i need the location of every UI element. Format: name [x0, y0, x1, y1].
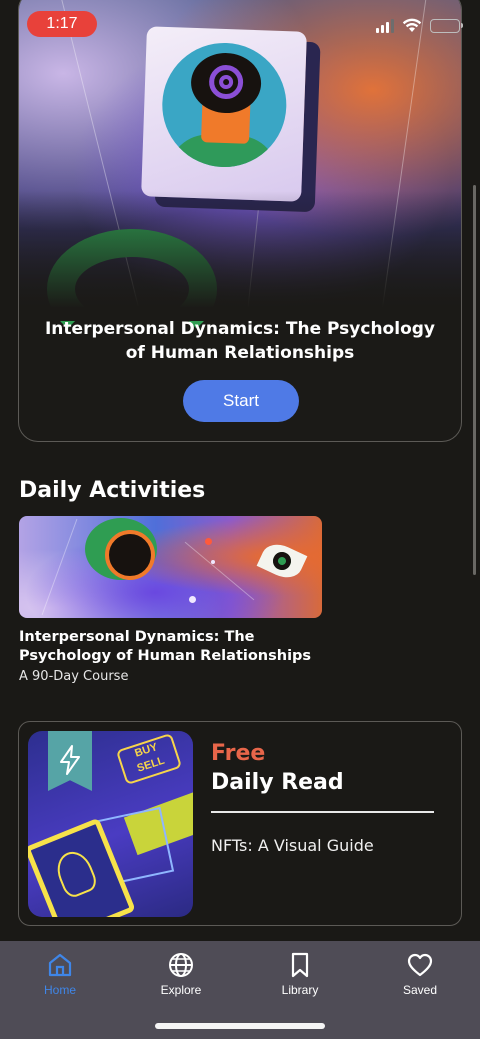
signal-icon: [376, 18, 394, 33]
status-time: 1:17: [27, 11, 97, 37]
featured-course-card[interactable]: Interpersonal Dynamics: The Psychology o…: [18, 0, 462, 442]
nav-saved[interactable]: Saved: [375, 951, 465, 1001]
portrait-illustration: [141, 26, 307, 202]
lightning-icon: [60, 745, 80, 775]
nav-saved-label: Saved: [402, 983, 438, 997]
start-button[interactable]: Start: [183, 380, 299, 422]
activity-title[interactable]: Interpersonal Dynamics: The Psychology o…: [19, 628, 339, 666]
nav-library-label: Library: [281, 983, 319, 997]
activity-subtitle: A 90-Day Course: [19, 669, 129, 684]
globe-icon: [169, 953, 193, 977]
nav-library[interactable]: Library: [255, 951, 345, 1001]
home-indicator[interactable]: [155, 1023, 325, 1029]
daily-read-thumbnail: BUY SELL: [28, 731, 193, 917]
heart-icon: [407, 953, 433, 977]
buy-sell-sign: BUY SELL: [115, 732, 183, 786]
daily-read-title: Daily Read: [211, 770, 344, 795]
home-icon: [48, 953, 72, 977]
nav-explore[interactable]: Explore: [136, 951, 226, 1001]
app-screen: 1:17 Interpersonal Dynamics: The Psychol…: [0, 0, 480, 1039]
daily-read-article[interactable]: NFTs: A Visual Guide: [211, 836, 374, 855]
featured-course-title: Interpersonal Dynamics: The Psychology o…: [44, 319, 435, 363]
nav-home-label: Home: [43, 983, 76, 997]
eye-illustration: [256, 538, 308, 584]
bookmark-icon: [291, 952, 309, 978]
divider: [211, 811, 434, 813]
free-badge: Free: [211, 741, 266, 766]
wifi-icon: [402, 18, 422, 32]
featured-artwork: [19, 0, 461, 349]
scroll-indicator[interactable]: [473, 185, 476, 575]
activity-thumbnail[interactable]: [19, 516, 322, 618]
status-icons: [376, 18, 463, 33]
status-time-label: 1:17: [46, 15, 78, 32]
battery-icon: [430, 18, 463, 33]
nav-explore-label: Explore: [160, 983, 202, 997]
nav-home[interactable]: Home: [15, 951, 105, 1001]
daily-activities-heading: Daily Activities: [19, 478, 206, 503]
